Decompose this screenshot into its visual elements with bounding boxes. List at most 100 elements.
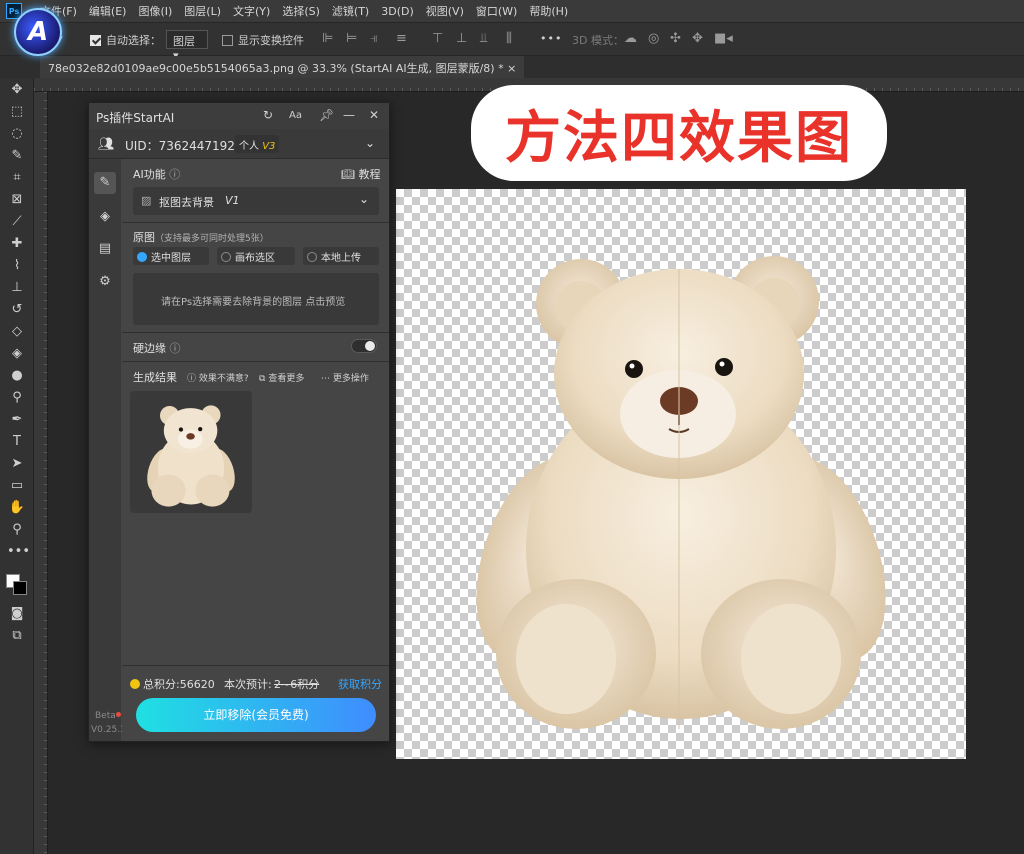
source-dropzone[interactable]: 请在Ps选择需要去除背景的图层 点击预览	[133, 273, 379, 325]
quick-mask-icon[interactable]: ◙	[7, 605, 27, 623]
frame-tool-icon[interactable]: ⊠	[7, 191, 27, 209]
menu-view[interactable]: 视图(V)	[426, 3, 464, 19]
vertical-ruler[interactable]	[34, 92, 48, 854]
font-size-icon[interactable]: Aa	[289, 110, 302, 121]
divider	[122, 222, 389, 223]
startai-logo-icon: A	[14, 8, 62, 56]
3d-drag-icon[interactable]: ✣	[670, 31, 681, 46]
pen-tool-icon[interactable]: ✒	[7, 411, 27, 429]
edit-mode-icon[interactable]: ✎	[94, 172, 116, 194]
auto-select-checkbox[interactable]: 自动选择：	[90, 32, 161, 48]
move-tool-icon[interactable]: ✥	[7, 81, 27, 99]
align-right-icon[interactable]: ⫣	[370, 31, 378, 46]
hard-edge-toggle[interactable]	[351, 339, 377, 353]
distribute-middle-icon[interactable]: ⊥	[456, 31, 467, 46]
3d-slide-icon[interactable]: ✥	[692, 31, 703, 46]
marquee-tool-icon[interactable]: ⬚	[7, 103, 27, 121]
zoom-tool-icon[interactable]: ⚲	[7, 521, 27, 539]
info-icon: ⓘ	[169, 342, 181, 355]
menu-select[interactable]: 选择(S)	[282, 3, 320, 19]
menu-help[interactable]: 帮助(H)	[529, 3, 568, 19]
minimize-icon[interactable]: —	[343, 108, 355, 122]
lasso-tool-icon[interactable]: ◌	[7, 125, 27, 143]
auto-select-dropdown[interactable]: 图层 ▾	[166, 30, 208, 62]
auto-select-label: 自动选择：	[106, 34, 161, 47]
show-transform-checkbox[interactable]: 显示变换控件	[222, 32, 304, 48]
layers-icon[interactable]: ◈	[97, 209, 113, 225]
close-tab-icon[interactable]: ×	[507, 62, 516, 75]
align-top-icon[interactable]: ≡	[396, 31, 407, 46]
healing-brush-tool-icon[interactable]: ✚	[7, 235, 27, 253]
more-icon: ⋯	[321, 374, 330, 384]
source-option-canvas-selection[interactable]: 画布选区	[217, 247, 295, 265]
dodge-tool-icon[interactable]: ⚲	[7, 389, 27, 407]
menu-filter[interactable]: 滤镜(T)	[332, 3, 369, 19]
distribute-top-icon[interactable]: ⊤	[432, 31, 443, 46]
headline-text: 方法四效果图	[505, 105, 853, 171]
distribute-bottom-icon[interactable]: ⫫	[480, 31, 487, 46]
document-canvas[interactable]	[396, 189, 966, 759]
points-estimate-label: 本次预计:	[224, 678, 272, 691]
distribute-horizontal-icon[interactable]: ⫼	[506, 31, 512, 46]
results-view-more-link[interactable]: ⧉ 查看更多	[259, 371, 304, 384]
divider	[122, 361, 389, 362]
align-center-icon[interactable]: ⊨	[346, 31, 357, 46]
close-icon[interactable]: ✕	[369, 108, 379, 122]
checkbox-empty-icon	[222, 35, 233, 46]
plugin-title-bar: Ps插件StartAI ↻ Aa 📌︎ — ✕	[89, 103, 389, 129]
remove-background-button[interactable]: 立即移除(会员免费)	[136, 698, 376, 732]
menu-3d[interactable]: 3D(D)	[381, 5, 414, 18]
blur-tool-icon[interactable]: ●	[7, 367, 27, 385]
tutorial-link[interactable]: 📖︎ 教程	[341, 166, 380, 182]
source-option-local-upload[interactable]: 本地上传	[303, 247, 379, 265]
more-options-button[interactable]: •••	[540, 32, 562, 45]
radio-checked-icon	[137, 252, 147, 262]
menu-type[interactable]: 文字(Y)	[233, 3, 270, 19]
refresh-icon[interactable]: ↻	[263, 108, 273, 122]
result-thumbnail[interactable]	[130, 391, 252, 513]
expand-user-chevron-icon[interactable]: ⌄	[365, 136, 375, 150]
brush-tool-icon[interactable]: ⌇	[7, 257, 27, 275]
source-option-selected-layer[interactable]: 选中图层	[133, 247, 209, 265]
eraser-tool-icon[interactable]: ◇	[7, 323, 27, 341]
results-unsatisfied-link[interactable]: ⓘ 效果不满意?	[187, 371, 249, 384]
3d-rotate-icon[interactable]: ☁	[624, 31, 637, 46]
beta-label: Beta	[95, 711, 116, 721]
3d-roll-icon[interactable]: ◎	[648, 31, 659, 46]
stamp-tool-icon[interactable]: ⊥	[7, 279, 27, 297]
plan-badge: 个人 V3	[235, 135, 280, 153]
edit-toolbar-icon[interactable]: •••	[7, 543, 30, 561]
menu-image[interactable]: 图像(I)	[138, 3, 172, 19]
pin-icon[interactable]: 📌︎	[319, 108, 334, 122]
quick-select-tool-icon[interactable]: ✎	[7, 147, 27, 165]
results-more-ops-link[interactable]: ⋯ 更多操作	[321, 371, 369, 384]
hand-tool-icon[interactable]: ✋	[7, 499, 27, 517]
3d-scale-icon[interactable]: ■◂	[714, 31, 733, 46]
screen-mode-icon[interactable]: ⧉	[7, 627, 27, 645]
feature-select-dropdown[interactable]: ▨ 抠图去背景 V1 ⌄	[133, 187, 379, 215]
path-select-tool-icon[interactable]: ➤	[7, 455, 27, 473]
document-tab[interactable]: 78e032e82d0109ae9c00e5b5154065a3.png @ 3…	[40, 56, 525, 78]
get-points-link[interactable]: 获取积分	[338, 676, 382, 692]
align-left-icon[interactable]: ⊫	[322, 31, 333, 46]
history-brush-tool-icon[interactable]: ↺	[7, 301, 27, 319]
paint-bucket-tool-icon[interactable]: ◈	[7, 345, 27, 363]
type-tool-icon[interactable]: T	[7, 433, 27, 451]
document-tab-bar: 78e032e82d0109ae9c00e5b5154065a3.png @ 3…	[0, 56, 1024, 78]
menu-edit[interactable]: 编辑(E)	[89, 3, 127, 19]
user-icon: 👥︎	[98, 137, 115, 152]
radio-empty-icon	[307, 252, 317, 262]
settings-gear-icon[interactable]: ⚙	[97, 274, 113, 290]
document-icon[interactable]: ▤	[97, 241, 113, 257]
uid-label: UID：7362447192	[125, 139, 235, 153]
color-swatches-icon[interactable]	[6, 568, 27, 595]
rectangle-tool-icon[interactable]: ▭	[7, 477, 27, 495]
menu-layer[interactable]: 图层(L)	[184, 3, 221, 19]
divider	[122, 332, 389, 333]
plan-version: V3	[262, 141, 276, 152]
ai-function-label: AI功能 ⓘ	[133, 168, 181, 181]
eyedropper-tool-icon[interactable]: ⟋	[7, 213, 27, 231]
crop-tool-icon[interactable]: ⌗	[7, 169, 27, 187]
menu-window[interactable]: 窗口(W)	[476, 3, 517, 19]
book-icon: 📖︎	[341, 168, 355, 181]
